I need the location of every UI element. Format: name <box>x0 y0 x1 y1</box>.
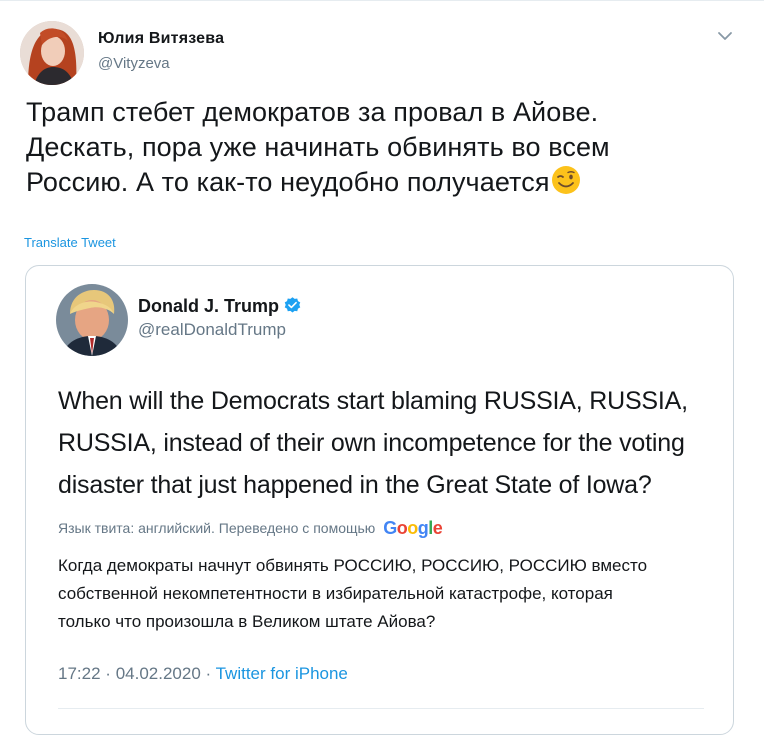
tweet-card: Юлия Витязева @Vityzeva Трамп стебет дем… <box>0 0 764 735</box>
quoted-author-name-text: Donald J. Trump <box>138 296 280 316</box>
tweet-text-line: Дескать, пора уже начинать обвинять во в… <box>26 132 610 162</box>
quoted-tweet[interactable]: Donald J. Trump @realDonaldTrump When wi… <box>25 265 734 735</box>
tweet-text-line: Трамп стебет демократов за провал в Айов… <box>26 97 599 127</box>
quoted-author-name[interactable]: Donald J. Trump <box>138 296 302 317</box>
divider <box>58 708 704 709</box>
verified-badge-icon <box>284 297 301 313</box>
translation-meta: Язык твита: английский. Переведено с пом… <box>58 518 443 539</box>
author-avatar-image <box>20 21 84 85</box>
quoted-text-line: disaster that just happened in the Great… <box>58 471 652 499</box>
winking-face-icon <box>551 166 580 194</box>
meta-separator: · <box>105 664 111 683</box>
tweet-text-line-last: Россию. А то как-то неудобно получается <box>26 165 746 200</box>
translated-text-line: только что произошла в Великом штате Айо… <box>58 612 436 631</box>
translate-tweet-link[interactable]: Translate Tweet <box>24 235 116 250</box>
tweet-text-line-content: Россию. А то как-то неудобно получается <box>26 167 550 197</box>
tweet-time[interactable]: 17:22 <box>58 664 101 683</box>
quoted-tweet-text: When will the Democrats start blaming RU… <box>58 380 718 506</box>
quoted-author-avatar-image <box>56 284 128 356</box>
quoted-text-line: When will the Democrats start blaming RU… <box>58 387 688 415</box>
google-logo: Google <box>383 518 443 538</box>
quoted-author-handle[interactable]: @realDonaldTrump <box>138 320 286 340</box>
author-name[interactable]: Юлия Витязева <box>98 30 224 48</box>
meta-separator: · <box>205 664 212 683</box>
chevron-down-icon[interactable] <box>716 29 734 43</box>
author-handle[interactable]: @Vityzeva <box>98 55 170 72</box>
quoted-author-avatar[interactable] <box>56 284 128 356</box>
tweet-date[interactable]: 04.02.2020 <box>116 664 201 683</box>
tweet-source-link[interactable]: Twitter for iPhone <box>216 664 348 683</box>
tweet-text: Трамп стебет демократов за провал в Айов… <box>26 95 746 200</box>
quoted-text-line: RUSSIA, instead of their own incompetenc… <box>58 429 685 457</box>
tweet-metadata: 17:22 · 04.02.2020 · Twitter for iPhone <box>58 664 348 684</box>
translated-text-line: собственной некомпетентности в избирател… <box>58 584 613 603</box>
author-avatar[interactable] <box>20 21 84 85</box>
translated-text-line: Когда демократы начнут обвинять РОССИЮ, … <box>58 556 648 575</box>
translated-text: Когда демократы начнут обвинять РОССИЮ, … <box>58 552 728 636</box>
translation-meta-text: Язык твита: английский. Переведено с пом… <box>58 520 376 536</box>
